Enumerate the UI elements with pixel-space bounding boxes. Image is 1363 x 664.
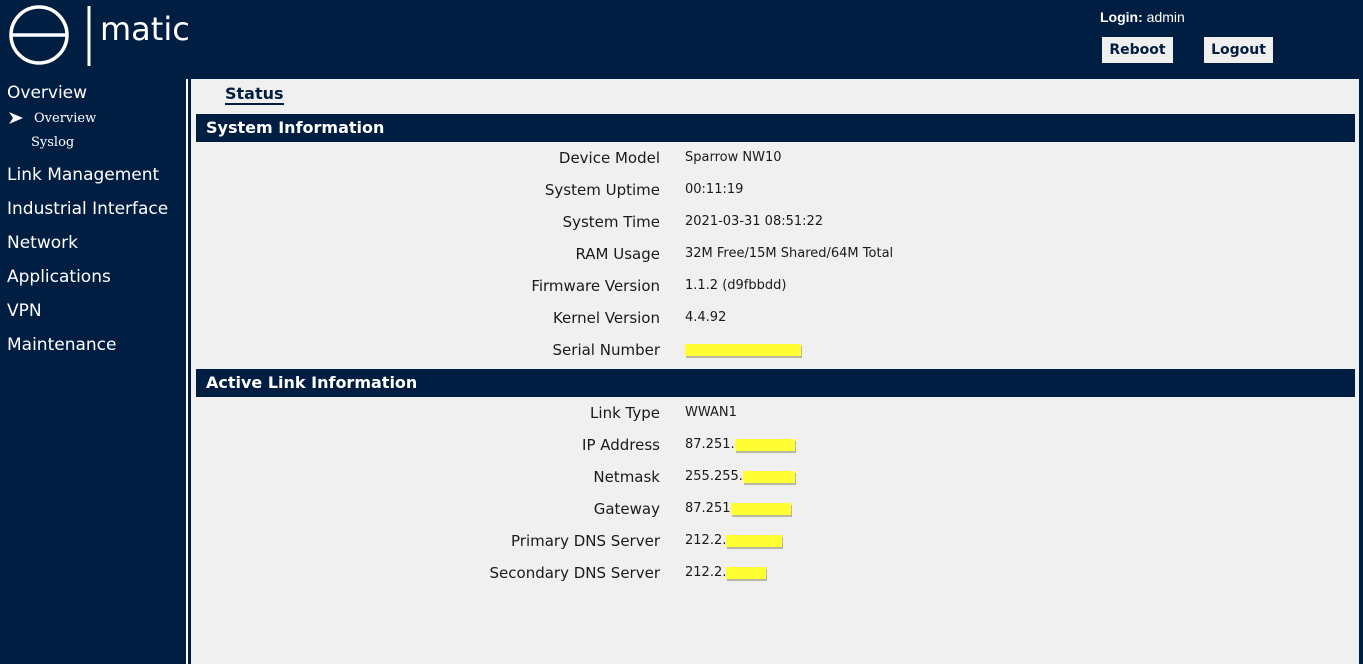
tab-status[interactable]: Status — [225, 84, 284, 105]
sidebar-item-link-management[interactable]: Link Management — [7, 165, 159, 185]
sidebar-item-network[interactable]: Network — [7, 233, 78, 253]
gateway-text: 87.251 — [685, 501, 731, 516]
sidebar-item-industrial-interface[interactable]: Industrial Interface — [7, 199, 168, 219]
sidebar-subitem-syslog[interactable]: Syslog — [31, 135, 74, 150]
sidebar-divider — [186, 79, 188, 664]
sidebar-item-vpn[interactable]: VPN — [7, 301, 42, 321]
netmask-value: 255.255. — [685, 469, 795, 484]
sidebar-item-maintenance[interactable]: Maintenance — [7, 335, 116, 355]
redaction-mark — [734, 438, 795, 451]
system-time-label: System Time — [562, 213, 660, 231]
sidebar-subitem-overview[interactable]: Overview — [34, 111, 96, 126]
system-time-value: 2021-03-31 08:51:22 — [685, 214, 824, 229]
primary-dns-label: Primary DNS Server — [511, 532, 660, 550]
system-info-header: System Information — [196, 114, 1355, 142]
redaction-mark — [726, 534, 783, 547]
netmask-text: 255.255. — [685, 469, 743, 484]
reboot-button[interactable]: Reboot — [1102, 37, 1173, 63]
system-uptime-value: 00:11:19 — [685, 182, 744, 197]
login-label: Login: — [1100, 9, 1143, 25]
redaction-mark — [730, 502, 791, 515]
login-user: admin — [1146, 9, 1185, 25]
ip-address-label: IP Address — [582, 436, 660, 454]
redaction-mark — [742, 470, 795, 483]
gateway-label: Gateway — [593, 500, 660, 518]
secondary-dns-value: 212.2. — [685, 565, 767, 580]
sidebar-item-applications[interactable]: Applications — [7, 267, 111, 287]
ip-address-value: 87.251. — [685, 437, 795, 452]
primary-dns-text: 212.2. — [685, 533, 727, 548]
secondary-dns-text: 212.2. — [685, 565, 727, 580]
sidebar-item-overview[interactable]: Overview — [7, 83, 87, 103]
netmask-label: Netmask — [593, 468, 660, 486]
device-model-value: Sparrow NW10 — [685, 150, 782, 165]
logout-button[interactable]: Logout — [1204, 37, 1273, 63]
gateway-value: 87.251 — [685, 501, 791, 516]
firmware-version-value: 1.1.2 (d9fbbdd) — [685, 278, 787, 293]
ram-usage-label: RAM Usage — [575, 245, 660, 263]
logo-text: matic — [100, 10, 190, 48]
primary-dns-value: 212.2. — [685, 533, 783, 548]
active-link-info-header: Active Link Information — [196, 369, 1355, 397]
arrow-right-icon — [9, 112, 23, 124]
link-type-value: WWAN1 — [685, 405, 737, 420]
redaction-mark — [685, 343, 801, 356]
serial-number-label: Serial Number — [552, 341, 660, 359]
link-type-label: Link Type — [590, 404, 660, 422]
redaction-mark — [726, 566, 767, 579]
serial-number-value — [685, 342, 801, 357]
main-content: Status System Information Device Model S… — [191, 79, 1359, 664]
firmware-version-label: Firmware Version — [531, 277, 660, 295]
ram-usage-value: 32M Free/15M Shared/64M Total — [685, 246, 894, 261]
kernel-version-label: Kernel Version — [552, 309, 660, 327]
sidebar: Overview Overview Syslog Link Management… — [0, 79, 186, 664]
top-header: matic Login: admin Reboot Logout — [0, 0, 1363, 79]
ip-address-text: 87.251. — [685, 437, 735, 452]
device-model-label: Device Model — [558, 149, 660, 167]
login-info: Login: admin — [1100, 9, 1185, 25]
secondary-dns-label: Secondary DNS Server — [489, 564, 660, 582]
system-uptime-label: System Uptime — [544, 181, 660, 199]
kernel-version-value: 4.4.92 — [685, 310, 727, 325]
